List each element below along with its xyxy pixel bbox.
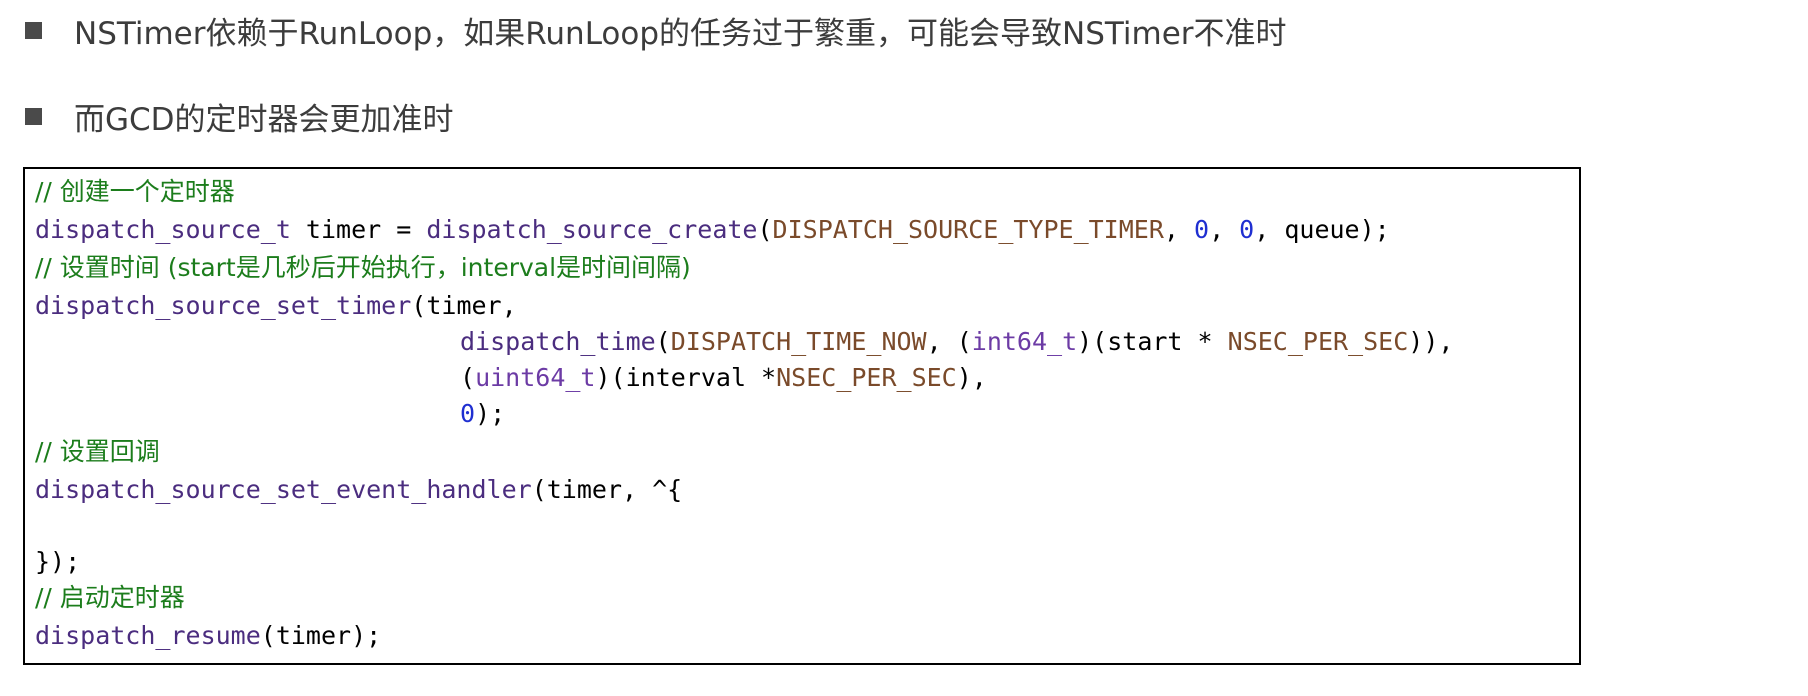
code-token: , <box>1163 215 1194 244</box>
code-token: , ( <box>926 327 972 356</box>
code-token: (timer); <box>260 621 382 650</box>
code-token-constant: NSEC_PER_SEC <box>1227 327 1409 356</box>
code-line-8: // 设置回调 <box>35 437 160 467</box>
code-token: )(interval * <box>595 363 777 392</box>
bullet-item-1: NSTimer依赖于RunLoop，如果RunLoop的任务过于繁重，可能会导致… <box>25 10 1287 52</box>
code-comment: // 设置回调 <box>35 437 160 466</box>
code-token: ), <box>956 363 987 392</box>
code-token: (timer, <box>411 291 517 320</box>
bullet-item-2: 而GCD的定时器会更加准时 <box>25 96 454 138</box>
code-token: ( <box>655 327 671 356</box>
code-token-type: uint64_t <box>475 363 596 392</box>
code-token-function: dispatch_source_create <box>426 215 758 244</box>
code-token: timer = <box>290 215 427 244</box>
code-token-function: dispatch_time <box>460 327 656 356</box>
code-line-3: // 设置时间 (start是几秒后开始执行，interval是时间间隔) <box>35 253 691 283</box>
square-bullet-icon <box>25 21 42 39</box>
code-line-9: dispatch_source_set_event_handler(timer,… <box>35 475 682 505</box>
code-token: , <box>1209 215 1240 244</box>
bullet-text-1: NSTimer依赖于RunLoop，如果RunLoop的任务过于繁重，可能会导致… <box>74 15 1287 52</box>
code-line-7: 0); <box>35 399 505 429</box>
code-token: , queue); <box>1254 215 1390 244</box>
code-token-type: int64_t <box>971 327 1078 356</box>
code-token: ); <box>475 399 506 428</box>
code-token-constant: DISPATCH_SOURCE_TYPE_TIMER <box>772 215 1164 244</box>
bullet-text-2: 而GCD的定时器会更加准时 <box>74 101 454 138</box>
code-token-function: dispatch_source_set_event_handler <box>35 475 532 504</box>
code-comment: // 创建一个定时器 <box>35 177 235 206</box>
code-line-11: }); <box>35 547 80 577</box>
square-bullet-icon <box>25 107 42 125</box>
code-line-4: dispatch_source_set_timer(timer, <box>35 291 517 321</box>
code-line-13: dispatch_resume(timer); <box>35 621 381 651</box>
code-token-constant: NSEC_PER_SEC <box>776 363 957 392</box>
code-token-function: dispatch_source_set_timer <box>35 291 412 320</box>
code-comment: // 启动定时器 <box>35 583 185 612</box>
code-block: // 创建一个定时器 dispatch_source_t timer = dis… <box>23 167 1581 665</box>
code-line-5: dispatch_time(DISPATCH_TIME_NOW, (int64_… <box>35 327 1453 357</box>
code-line-6: (uint64_t)(interval *NSEC_PER_SEC), <box>35 363 987 393</box>
code-token-type: dispatch_source_t <box>35 215 291 244</box>
code-token-number: 0 <box>460 399 476 428</box>
code-token-number: 0 <box>1194 215 1210 244</box>
code-line-2: dispatch_source_t timer = dispatch_sourc… <box>35 215 1390 245</box>
code-token: )(start * <box>1077 327 1228 356</box>
code-token-constant: DISPATCH_TIME_NOW <box>670 327 927 356</box>
code-token: (timer, ^{ <box>531 475 683 504</box>
code-token-function: dispatch_resume <box>35 621 261 650</box>
code-token: ( <box>460 363 476 392</box>
code-token-number: 0 <box>1239 215 1255 244</box>
code-line-1: // 创建一个定时器 <box>35 177 235 207</box>
code-token: )), <box>1408 327 1454 356</box>
code-token: }); <box>35 547 81 576</box>
code-token: ( <box>757 215 773 244</box>
code-line-12: // 启动定时器 <box>35 583 185 613</box>
code-comment: // 设置时间 (start是几秒后开始执行，interval是时间间隔) <box>35 253 691 282</box>
